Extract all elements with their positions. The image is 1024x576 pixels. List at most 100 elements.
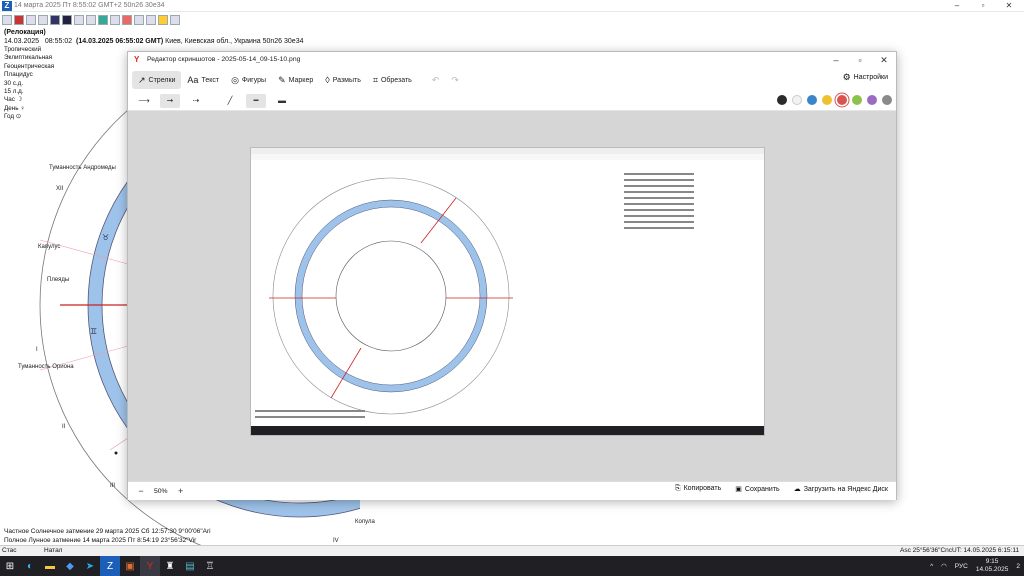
line-width-thick[interactable]: ▬ <box>272 94 292 108</box>
status-bar: Стас Натал Asc 25°56'36"Cnc UT: 14.05.20… <box>0 545 1024 556</box>
clock-date: 14.05.2025 <box>975 566 1009 573</box>
toolbar-button[interactable] <box>158 15 168 25</box>
yandex-logo-icon: Y <box>134 55 140 64</box>
toolbar-button[interactable] <box>98 15 108 25</box>
editor-title: Редактор скриншотов - 2025-05-14_09-15-1… <box>147 56 301 63</box>
toolbar-button[interactable] <box>86 15 96 25</box>
arrow-style-thin[interactable]: ⟶ <box>134 94 154 108</box>
star-label-orion: Туманность Ориона <box>18 364 74 370</box>
settings-item: Плацидус <box>4 71 33 79</box>
settings-button[interactable]: ⚙ Настройки <box>843 72 888 83</box>
chart-info: (Релокация) 14.03.2025 08:55:02 (14.03.2… <box>4 29 304 46</box>
upload-yandex-disk-button[interactable]: ☁ Загрузить на Яндекс Диск <box>794 485 888 493</box>
toolbar-button[interactable] <box>14 15 24 25</box>
toolbar-button[interactable] <box>2 15 12 25</box>
toolbar-button[interactable] <box>146 15 156 25</box>
toolbar-button[interactable] <box>26 15 36 25</box>
arrow-style-dashed[interactable]: ⇢ <box>186 94 206 108</box>
house-label-iii: III <box>110 483 116 489</box>
app-icon[interactable]: ♜ <box>160 556 180 576</box>
minimize-icon[interactable]: – <box>944 0 970 12</box>
editor-canvas[interactable] <box>128 111 896 481</box>
folder-icon[interactable]: ▬ <box>40 556 60 576</box>
tool-blur[interactable]: ◊ Размыть <box>319 71 367 89</box>
color-swatch[interactable] <box>837 95 847 105</box>
toolbar-button[interactable] <box>62 15 72 25</box>
text-icon: Aa <box>187 75 199 85</box>
minimize-icon[interactable]: – <box>824 52 848 69</box>
undo-button[interactable]: ↶ <box>426 71 446 89</box>
toolbar-button[interactable] <box>134 15 144 25</box>
toolbar-button[interactable] <box>38 15 48 25</box>
app-icon[interactable]: ◆ <box>60 556 80 576</box>
screenshot-thumbnail <box>251 148 764 435</box>
svg-text:♉: ♉ <box>102 233 109 242</box>
tool-label: Стрелки <box>148 76 176 84</box>
chart-date: 14.03.2025 <box>4 37 40 45</box>
clock[interactable]: 9:15 14.05.2025 <box>976 558 1009 574</box>
taskbar: ⊞ ◐ ▬ ◆ ➤ Z ▣ Y ♜ ▤ ♖ <box>0 556 1024 576</box>
color-swatch[interactable] <box>807 95 817 105</box>
relocation-label: (Релокация) <box>4 29 46 36</box>
copy-button[interactable]: ⎘ Копировать <box>675 485 721 493</box>
tool-label: Фигуры <box>241 76 267 84</box>
tool-arrows[interactable]: ↗ Стрелки <box>132 71 182 89</box>
network-icon[interactable]: ◠ <box>941 562 947 570</box>
language-indicator[interactable]: РУС <box>955 563 968 570</box>
chart-gmt-time: (14.03.2025 06:55:02 GMT) <box>76 37 164 45</box>
close-icon[interactable]: ✕ <box>996 0 1022 12</box>
tool-marker[interactable]: ✎ Маркер <box>272 71 319 89</box>
arrow-style-bold[interactable]: ➞ <box>160 93 180 108</box>
clock-time: 9:15 <box>985 558 999 565</box>
telegram-icon[interactable]: ➤ <box>80 556 100 576</box>
toolbar-button[interactable] <box>122 15 132 25</box>
house-label-xii: XII <box>56 186 64 192</box>
house-label-iv: IV <box>333 538 339 544</box>
editor-actions: ⎘ Копировать ▣ Сохранить ☁ Загрузить на Янд… <box>675 485 888 493</box>
tool-crop[interactable]: ⌗ Обрезать <box>367 71 418 89</box>
screenshot-preview[interactable] <box>251 148 764 435</box>
color-swatch[interactable] <box>822 95 832 105</box>
maximize-icon[interactable]: ▫ <box>970 0 996 12</box>
color-swatch[interactable] <box>867 95 877 105</box>
solar-eclipse-line: Частное Солнечное затмение 29 марта 2025… <box>4 528 211 535</box>
app-icon[interactable]: ▤ <box>180 556 200 576</box>
tool-shapes[interactable]: ◎ Фигуры <box>225 71 272 89</box>
color-swatch[interactable] <box>792 95 802 105</box>
color-swatch[interactable] <box>777 95 787 105</box>
app-icon[interactable]: ♖ <box>200 556 220 576</box>
close-icon[interactable]: ✕ <box>872 52 896 69</box>
notification-badge[interactable]: 2 <box>1016 563 1020 570</box>
toolbar-button[interactable] <box>74 15 84 25</box>
color-swatch[interactable] <box>852 95 862 105</box>
start-icon[interactable]: ⊞ <box>0 556 20 576</box>
zet-app-icon[interactable]: Z <box>100 556 120 576</box>
yandex-browser-icon[interactable]: Y <box>140 556 160 576</box>
toolbar-button[interactable] <box>170 15 180 25</box>
toolbar-button[interactable] <box>110 15 120 25</box>
zoom-out-button[interactable]: − <box>134 484 148 498</box>
tray-chevron-icon[interactable]: ^ <box>930 563 933 570</box>
save-button[interactable]: ▣ Сохранить <box>735 485 779 493</box>
status-user: Стас <box>2 547 17 554</box>
app-icon[interactable]: ▣ <box>120 556 140 576</box>
zoom-level: 50% <box>154 487 168 495</box>
screenshot-editor-window: Y Редактор скриншотов - 2025-05-14_09-15… <box>127 51 897 500</box>
upload-label: Загрузить на Яндекс Диск <box>803 486 888 493</box>
save-label: Сохранить <box>744 486 780 493</box>
edge-icon[interactable]: ◐ <box>20 556 40 576</box>
tool-text[interactable]: Aa Текст <box>181 71 225 89</box>
settings-label: Настройки <box>853 74 888 81</box>
line-width-thin[interactable]: ╱ <box>220 94 240 108</box>
toolbar-button[interactable] <box>50 15 60 25</box>
chart-datetime-line: 14.03.2025 08:55:02 (14.03.2025 06:55:02… <box>4 38 304 47</box>
line-width-medium[interactable]: ━ <box>246 93 266 108</box>
zoom-in-button[interactable]: + <box>174 484 188 498</box>
chart-place: Киев, Киевская обл., Украина 50n26 30e34 <box>165 37 304 45</box>
color-swatch[interactable] <box>882 95 892 105</box>
marker-icon: ✎ <box>278 74 286 85</box>
redo-button[interactable]: ↷ <box>445 71 465 89</box>
tool-label: Маркер <box>288 76 314 84</box>
maximize-icon[interactable]: ▫ <box>848 52 872 69</box>
editor-toolbar: ↗ Стрелки Aa Текст ◎ Фигуры ✎ Маркер ◊ Р… <box>128 69 896 91</box>
